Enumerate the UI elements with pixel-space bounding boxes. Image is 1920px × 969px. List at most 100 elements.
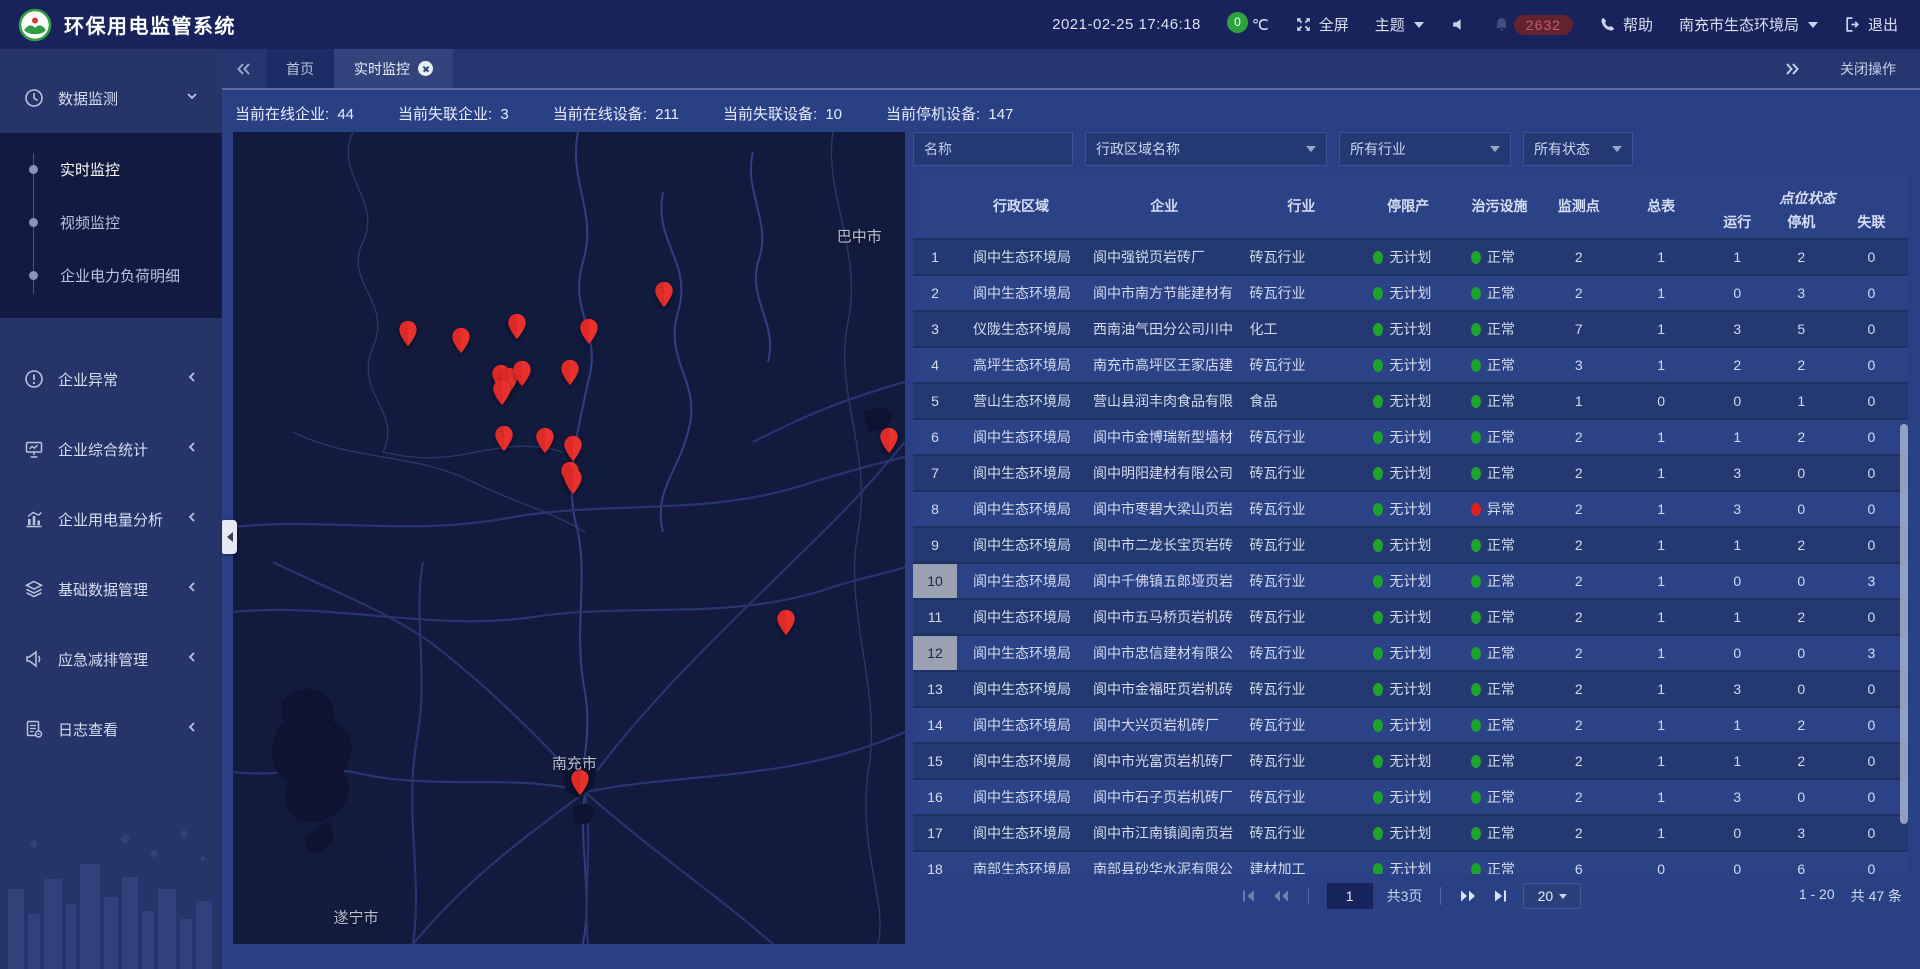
search-input[interactable]: [924, 141, 1062, 157]
table-row[interactable]: 14 阆中生态环境局 阆中大兴页岩机砖厂 砖瓦行业 无计划 正常 2 1 1 2…: [913, 706, 1908, 742]
logout-button[interactable]: 退出: [1844, 14, 1898, 35]
cell-limit: 无计划: [1359, 679, 1457, 699]
cell-lost: 0: [1835, 465, 1908, 481]
sidebar-group-2[interactable]: 企业综合统计: [0, 414, 222, 484]
cell-lost: 0: [1835, 717, 1908, 733]
cell-meters: 1: [1615, 429, 1706, 445]
sound-toggle[interactable]: [1450, 16, 1467, 33]
map-pin-icon[interactable]: [560, 359, 579, 386]
table-row[interactable]: 16 阆中生态环境局 阆中市石子页岩机砖厂 砖瓦行业 无计划 正常 2 1 3 …: [913, 778, 1908, 814]
map-pin-icon[interactable]: [492, 379, 511, 406]
map-pin-icon[interactable]: [452, 327, 471, 354]
sidebar-group-0[interactable]: 数据监测: [0, 63, 222, 133]
datetime: 2021-02-25 17:46:18: [1052, 16, 1201, 33]
table-scrollbar[interactable]: [1900, 424, 1908, 824]
last-page-button[interactable]: [1491, 888, 1509, 904]
map-pin-icon[interactable]: [655, 281, 674, 308]
notifications[interactable]: 2632: [1493, 15, 1573, 35]
range-label: 1 - 20: [1799, 886, 1835, 906]
cell-points: 2: [1542, 753, 1615, 769]
table-row[interactable]: 13 阆中生态环境局 阆中市金福旺页岩机砖 砖瓦行业 无计划 正常 2 1 3 …: [913, 670, 1908, 706]
col-meters: 总表: [1615, 174, 1706, 238]
table-row[interactable]: 3 仪陇生态环境局 西南油气田分公司川中 化工 无计划 正常 7 1 3 5 0: [913, 310, 1908, 346]
temperature-badge: 0: [1227, 12, 1248, 33]
cell-meters: 1: [1615, 321, 1706, 337]
cell-company: 南部县砂华水泥有限公: [1085, 859, 1244, 874]
map-panel[interactable]: 巴中市南充市遂宁市: [233, 132, 905, 944]
divider: [1440, 887, 1441, 905]
sidebar-collapse-handle[interactable]: [222, 520, 237, 554]
map-pin-icon[interactable]: [512, 360, 531, 387]
table-row[interactable]: 11 阆中生态环境局 阆中市五马桥页岩机砖 砖瓦行业 无计划 正常 2 1 1 …: [913, 598, 1908, 634]
cell-limit: 无计划: [1359, 355, 1457, 375]
cell-meters: 1: [1615, 501, 1706, 517]
cell-facility: 正常: [1457, 715, 1542, 735]
table-row[interactable]: 7 阆中生态环境局 阆中明阳建材有限公司 砖瓦行业 无计划 正常 2 1 3 0…: [913, 454, 1908, 490]
map-pin-icon[interactable]: [564, 468, 583, 495]
map-pin-icon[interactable]: [495, 425, 514, 452]
table-row[interactable]: 18 南部生态环境局 南部县砂华水泥有限公 建材加工 无计划 正常 6 0 0 …: [913, 850, 1908, 874]
region-filter-select[interactable]: 行政区域名称: [1085, 132, 1327, 166]
map-pin-icon[interactable]: [507, 313, 526, 340]
table-row[interactable]: 5 营山生态环境局 营山县润丰肉食品有限 食品 无计划 正常 1 0 0 1 0: [913, 382, 1908, 418]
first-page-button[interactable]: [1240, 888, 1258, 904]
status-filter-select[interactable]: 所有状态: [1523, 132, 1633, 166]
sidebar-group-5[interactable]: 应急减排管理: [0, 624, 222, 694]
table-row[interactable]: 15 阆中生态环境局 阆中市光富页岩机砖厂 砖瓦行业 无计划 正常 2 1 1 …: [913, 742, 1908, 778]
table-row[interactable]: 1 阆中生态环境局 阆中强锐页岩砖厂 砖瓦行业 无计划 正常 2 1 1 2 0: [913, 238, 1908, 274]
cell-limit: 无计划: [1359, 319, 1457, 339]
tabs-scroll-left-button[interactable]: [222, 49, 266, 88]
org-dropdown[interactable]: 南充市生态环境局: [1679, 14, 1818, 35]
cell-run: 1: [1707, 537, 1768, 553]
name-filter-input[interactable]: [913, 132, 1073, 166]
sidebar-item-0-0[interactable]: 实时监控: [0, 143, 222, 196]
cell-lost: 0: [1835, 861, 1908, 874]
tab-realtime-monitor[interactable]: 实时监控: [334, 49, 453, 88]
cell-meters: 1: [1615, 789, 1706, 805]
cell-industry: 砖瓦行业: [1244, 679, 1360, 699]
page-number-input[interactable]: 1: [1327, 883, 1373, 909]
cell-run: 0: [1707, 573, 1768, 589]
help-button[interactable]: 帮助: [1599, 14, 1653, 35]
table-row[interactable]: 6 阆中生态环境局 阆中市金博瑞新型墙材 砖瓦行业 无计划 正常 2 1 1 2…: [913, 418, 1908, 454]
sidebar-group-label: 企业异常: [58, 369, 186, 390]
map-pin-icon[interactable]: [564, 435, 583, 462]
map-pin-icon[interactable]: [535, 427, 554, 454]
sidebar-group-3[interactable]: 企业用电量分析: [0, 484, 222, 554]
tab-home[interactable]: 首页: [266, 49, 334, 88]
theme-dropdown[interactable]: 主题: [1375, 14, 1424, 35]
table-row[interactable]: 17 阆中生态环境局 阆中市江南镇阆南页岩 砖瓦行业 无计划 正常 2 1 0 …: [913, 814, 1908, 850]
cell-region: 阆中生态环境局: [957, 247, 1085, 267]
sidebar-item-0-1[interactable]: 视频监控: [0, 196, 222, 249]
table-row[interactable]: 10 阆中生态环境局 阆中千佛镇五郎垭页岩 砖瓦行业 无计划 正常 2 1 0 …: [913, 562, 1908, 598]
close-icon[interactable]: [418, 61, 433, 76]
cell-industry: 砖瓦行业: [1244, 535, 1360, 555]
cell-meters: 0: [1615, 393, 1706, 409]
map-pin-icon[interactable]: [580, 318, 599, 345]
cell-company: 阆中市枣碧大梁山页岩: [1085, 499, 1244, 519]
table-row[interactable]: 12 阆中生态环境局 阆中市忠信建材有限公 砖瓦行业 无计划 正常 2 1 0 …: [913, 634, 1908, 670]
tabs-scroll-right-button[interactable]: [1770, 62, 1814, 76]
fullscreen-button[interactable]: 全屏: [1295, 14, 1349, 35]
sidebar-group-1[interactable]: 企业异常: [0, 344, 222, 414]
table-row[interactable]: 4 高坪生态环境局 南充市高坪区王家店建 砖瓦行业 无计划 正常 3 1 2 2…: [913, 346, 1908, 382]
industry-filter-select[interactable]: 所有行业: [1339, 132, 1511, 166]
table-row[interactable]: 8 阆中生态环境局 阆中市枣碧大梁山页岩 砖瓦行业 无计划 异常 2 1 3 0…: [913, 490, 1908, 526]
col-index: [913, 174, 957, 238]
map-pin-icon[interactable]: [777, 609, 796, 636]
map-pin-icon[interactable]: [399, 320, 418, 347]
cell-industry: 砖瓦行业: [1244, 355, 1360, 375]
close-operations-button[interactable]: 关闭操作: [1840, 59, 1896, 79]
next-page-button[interactable]: [1459, 888, 1477, 904]
cell-facility: 正常: [1457, 679, 1542, 699]
sidebar-item-0-2[interactable]: 企业电力负荷明细: [0, 249, 222, 302]
presentation-icon: [24, 439, 44, 459]
table-row[interactable]: 9 阆中生态环境局 阆中市二龙长宝页岩砖 砖瓦行业 无计划 正常 2 1 1 2…: [913, 526, 1908, 562]
map-pin-icon[interactable]: [879, 427, 898, 454]
sidebar-group-6[interactable]: 日志查看: [0, 694, 222, 764]
prev-page-button[interactable]: [1272, 888, 1290, 904]
page-size-select[interactable]: 20: [1523, 883, 1581, 909]
table-row[interactable]: 2 阆中生态环境局 阆中市南方节能建材有 砖瓦行业 无计划 正常 2 1 0 3…: [913, 274, 1908, 310]
sidebar-group-4[interactable]: 基础数据管理: [0, 554, 222, 624]
app-logo-icon: [18, 8, 52, 42]
